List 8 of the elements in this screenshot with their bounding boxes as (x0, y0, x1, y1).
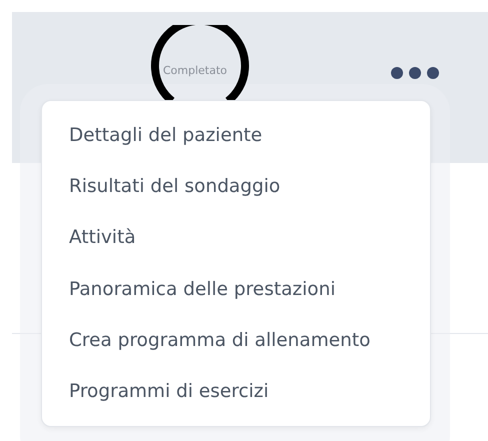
status-label: Completato (163, 64, 228, 77)
menu-item[interactable]: Crea programma di allenamento (42, 314, 430, 366)
menu-item[interactable]: Attività (42, 212, 430, 264)
menu-item[interactable]: Dettagli del paziente (42, 110, 430, 162)
more-options-icon[interactable] (390, 66, 440, 80)
menu-item[interactable]: Panoramica delle prestazioni (42, 264, 430, 315)
menu-item[interactable]: Programmi di esercizi (42, 366, 430, 418)
menu-item[interactable]: Risultati del sondaggio (42, 161, 430, 212)
